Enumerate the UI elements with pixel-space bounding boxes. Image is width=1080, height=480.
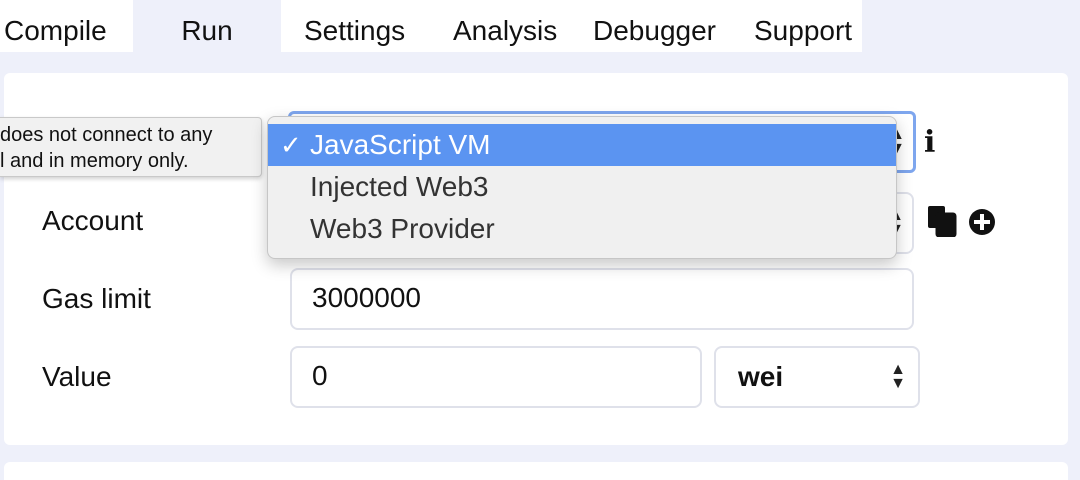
tab-support[interactable]: Support — [754, 0, 852, 52]
value-unit-select[interactable]: wei ▲ ▼ — [714, 346, 920, 408]
value-label: Value — [42, 361, 112, 392]
menu-item-label: Injected Web3 — [310, 171, 489, 202]
checkmark-icon: ✓ — [280, 130, 302, 160]
select-arrows-icon: ▲▼ — [890, 361, 906, 392]
account-label: Account — [42, 205, 144, 236]
tab-analysis[interactable]: Analysis — [453, 0, 557, 52]
tab-run[interactable]: Run — [133, 0, 281, 52]
tab-settings[interactable]: Settings — [304, 0, 405, 52]
tooltip-line-2: l and in memory only. — [0, 150, 189, 172]
tab-bar-spacer — [862, 0, 1080, 52]
environment-dropdown-menu: ✓ JavaScript VM Injected Web3 Web3 Provi… — [267, 116, 897, 259]
contracts-panel — [4, 462, 1068, 480]
environment-tooltip: does not connect to any l and in memory … — [0, 117, 262, 177]
menu-item-javascript-vm[interactable]: ✓ JavaScript VM — [268, 124, 896, 166]
copy-icon[interactable] — [926, 205, 958, 237]
menu-item-label: JavaScript VM — [310, 129, 491, 160]
tab-compile[interactable]: Compile — [4, 0, 107, 52]
menu-item-web3-provider[interactable]: Web3 Provider — [268, 208, 896, 250]
value-unit-text: wei — [738, 361, 784, 392]
tooltip-line-1: does not connect to any — [0, 124, 213, 146]
tab-debugger[interactable]: Debugger — [593, 0, 716, 52]
value-input[interactable]: 0 — [290, 346, 702, 408]
menu-item-label: Web3 Provider — [310, 213, 495, 244]
gas-limit-label: Gas limit — [42, 283, 151, 314]
info-icon[interactable]: i — [924, 128, 938, 158]
plus-circle-icon[interactable] — [968, 208, 996, 236]
tab-bar: Compile Run Settings Analysis Debugger S… — [0, 0, 1080, 52]
menu-item-injected-web3[interactable]: Injected Web3 — [268, 166, 896, 208]
gas-limit-input[interactable]: 3000000 — [290, 268, 914, 330]
